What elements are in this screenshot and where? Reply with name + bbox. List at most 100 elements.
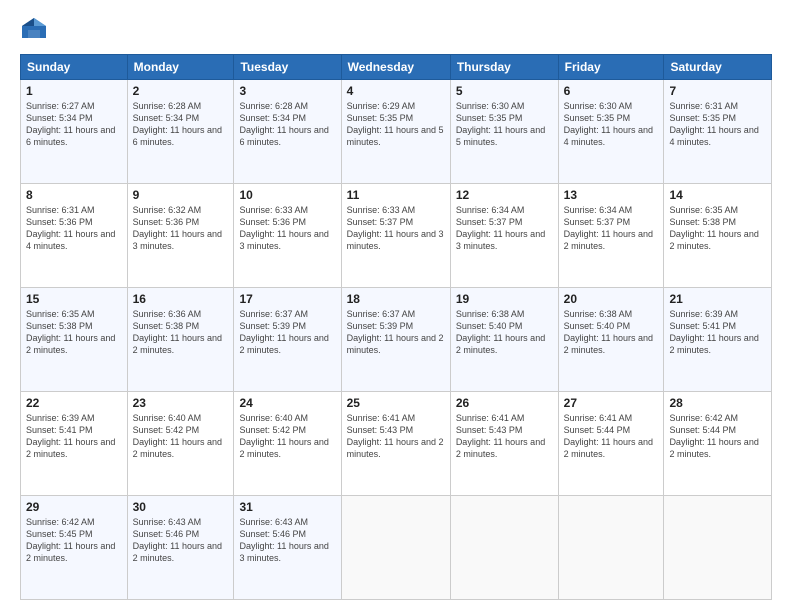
day-number: 9 [133,188,229,202]
day-number: 27 [564,396,659,410]
day-number: 3 [239,84,335,98]
cell-text: Sunrise: 6:42 AMSunset: 5:44 PMDaylight:… [669,412,766,461]
cell-text: Sunrise: 6:32 AMSunset: 5:36 PMDaylight:… [133,204,229,253]
day-number: 8 [26,188,122,202]
week-row-1: 1 Sunrise: 6:27 AMSunset: 5:34 PMDaylight… [21,80,772,184]
calendar-cell: 10 Sunrise: 6:33 AMSunset: 5:36 PMDayligh… [234,184,341,288]
day-number: 17 [239,292,335,306]
cell-text: Sunrise: 6:30 AMSunset: 5:35 PMDaylight:… [456,100,553,149]
calendar-cell: 9 Sunrise: 6:32 AMSunset: 5:36 PMDaylight… [127,184,234,288]
calendar-cell [341,496,450,600]
cell-text: Sunrise: 6:34 AMSunset: 5:37 PMDaylight:… [564,204,659,253]
day-number: 6 [564,84,659,98]
cell-text: Sunrise: 6:41 AMSunset: 5:44 PMDaylight:… [564,412,659,461]
day-header-tuesday: Tuesday [234,55,341,80]
cell-text: Sunrise: 6:33 AMSunset: 5:36 PMDaylight:… [239,204,335,253]
day-number: 22 [26,396,122,410]
cell-text: Sunrise: 6:41 AMSunset: 5:43 PMDaylight:… [347,412,445,461]
cell-text: Sunrise: 6:33 AMSunset: 5:37 PMDaylight:… [347,204,445,253]
day-number: 18 [347,292,445,306]
week-row-5: 29 Sunrise: 6:42 AMSunset: 5:45 PMDayligh… [21,496,772,600]
day-number: 15 [26,292,122,306]
calendar-cell: 30 Sunrise: 6:43 AMSunset: 5:46 PMDayligh… [127,496,234,600]
day-header-monday: Monday [127,55,234,80]
calendar-cell: 18 Sunrise: 6:37 AMSunset: 5:39 PMDayligh… [341,288,450,392]
cell-text: Sunrise: 6:38 AMSunset: 5:40 PMDaylight:… [456,308,553,357]
cell-text: Sunrise: 6:43 AMSunset: 5:46 PMDaylight:… [239,516,335,565]
day-number: 5 [456,84,553,98]
day-header-wednesday: Wednesday [341,55,450,80]
calendar-cell: 5 Sunrise: 6:30 AMSunset: 5:35 PMDaylight… [450,80,558,184]
day-header-saturday: Saturday [664,55,772,80]
day-number: 26 [456,396,553,410]
calendar-cell: 25 Sunrise: 6:41 AMSunset: 5:43 PMDayligh… [341,392,450,496]
calendar-header-row: SundayMondayTuesdayWednesdayThursdayFrid… [21,55,772,80]
calendar-cell: 4 Sunrise: 6:29 AMSunset: 5:35 PMDaylight… [341,80,450,184]
cell-text: Sunrise: 6:30 AMSunset: 5:35 PMDaylight:… [564,100,659,149]
calendar-cell: 19Sunrise: 6:38 AMSunset: 5:40 PMDayligh… [450,288,558,392]
cell-text: Sunrise: 6:37 AMSunset: 5:39 PMDaylight:… [347,308,445,357]
day-number: 10 [239,188,335,202]
cell-text: Sunrise: 6:31 AMSunset: 5:35 PMDaylight:… [669,100,766,149]
cell-text: Sunrise: 6:40 AMSunset: 5:42 PMDaylight:… [133,412,229,461]
cell-text: Sunrise: 6:43 AMSunset: 5:46 PMDaylight:… [133,516,229,565]
day-number: 2 [133,84,229,98]
cell-text: Sunrise: 6:36 AMSunset: 5:38 PMDaylight:… [133,308,229,357]
day-number: 20 [564,292,659,306]
calendar-cell: 13 Sunrise: 6:34 AMSunset: 5:37 PMDayligh… [558,184,664,288]
cell-text: Sunrise: 6:29 AMSunset: 5:35 PMDaylight:… [347,100,445,149]
day-number: 30 [133,500,229,514]
cell-text: Sunrise: 6:35 AMSunset: 5:38 PMDaylight:… [26,308,122,357]
calendar-cell: 23Sunrise: 6:40 AMSunset: 5:42 PMDayligh… [127,392,234,496]
calendar-cell: 20 Sunrise: 6:38 AMSunset: 5:40 PMDayligh… [558,288,664,392]
calendar-cell: 22 Sunrise: 6:39 AMSunset: 5:41 PMDayligh… [21,392,128,496]
week-row-4: 22 Sunrise: 6:39 AMSunset: 5:41 PMDayligh… [21,392,772,496]
cell-text: Sunrise: 6:28 AMSunset: 5:34 PMDaylight:… [133,100,229,149]
calendar-cell: 31 Sunrise: 6:43 AMSunset: 5:46 PMDayligh… [234,496,341,600]
day-number: 1 [26,84,122,98]
calendar-cell [450,496,558,600]
calendar-cell: 7Sunrise: 6:31 AMSunset: 5:35 PMDaylight… [664,80,772,184]
day-header-friday: Friday [558,55,664,80]
calendar-cell: 28 Sunrise: 6:42 AMSunset: 5:44 PMDayligh… [664,392,772,496]
calendar-cell: 14Sunrise: 6:35 AMSunset: 5:38 PMDayligh… [664,184,772,288]
calendar-table: SundayMondayTuesdayWednesdayThursdayFrid… [20,54,772,600]
calendar-cell: 21 Sunrise: 6:39 AMSunset: 5:41 PMDayligh… [664,288,772,392]
cell-text: Sunrise: 6:39 AMSunset: 5:41 PMDaylight:… [669,308,766,357]
day-number: 21 [669,292,766,306]
calendar-cell: 24 Sunrise: 6:40 AMSunset: 5:42 PMDayligh… [234,392,341,496]
day-number: 31 [239,500,335,514]
day-number: 4 [347,84,445,98]
logo-icon [20,16,48,44]
cell-text: Sunrise: 6:42 AMSunset: 5:45 PMDaylight:… [26,516,122,565]
calendar-cell [664,496,772,600]
cell-text: Sunrise: 6:27 AMSunset: 5:34 PMDaylight:… [26,100,122,149]
cell-text: Sunrise: 6:35 AMSunset: 5:38 PMDaylight:… [669,204,766,253]
calendar-cell: 8Sunrise: 6:31 AMSunset: 5:36 PMDaylight… [21,184,128,288]
day-number: 24 [239,396,335,410]
calendar-cell: 1 Sunrise: 6:27 AMSunset: 5:34 PMDaylight… [21,80,128,184]
week-row-3: 15 Sunrise: 6:35 AMSunset: 5:38 PMDayligh… [21,288,772,392]
cell-text: Sunrise: 6:34 AMSunset: 5:37 PMDaylight:… [456,204,553,253]
header [20,16,772,44]
page: SundayMondayTuesdayWednesdayThursdayFrid… [0,0,792,612]
cell-text: Sunrise: 6:38 AMSunset: 5:40 PMDaylight:… [564,308,659,357]
day-number: 25 [347,396,445,410]
day-number: 28 [669,396,766,410]
calendar-cell: 2 Sunrise: 6:28 AMSunset: 5:34 PMDaylight… [127,80,234,184]
day-number: 29 [26,500,122,514]
calendar-cell: 15 Sunrise: 6:35 AMSunset: 5:38 PMDayligh… [21,288,128,392]
calendar-cell: 27 Sunrise: 6:41 AMSunset: 5:44 PMDayligh… [558,392,664,496]
day-number: 12 [456,188,553,202]
cell-text: Sunrise: 6:40 AMSunset: 5:42 PMDaylight:… [239,412,335,461]
calendar-cell: 11 Sunrise: 6:33 AMSunset: 5:37 PMDayligh… [341,184,450,288]
cell-text: Sunrise: 6:37 AMSunset: 5:39 PMDaylight:… [239,308,335,357]
logo [20,16,52,44]
calendar-cell: 17 Sunrise: 6:37 AMSunset: 5:39 PMDayligh… [234,288,341,392]
calendar-cell: 12 Sunrise: 6:34 AMSunset: 5:37 PMDayligh… [450,184,558,288]
day-number: 11 [347,188,445,202]
cell-text: Sunrise: 6:41 AMSunset: 5:43 PMDaylight:… [456,412,553,461]
calendar-cell: 29 Sunrise: 6:42 AMSunset: 5:45 PMDayligh… [21,496,128,600]
day-number: 13 [564,188,659,202]
cell-text: Sunrise: 6:39 AMSunset: 5:41 PMDaylight:… [26,412,122,461]
